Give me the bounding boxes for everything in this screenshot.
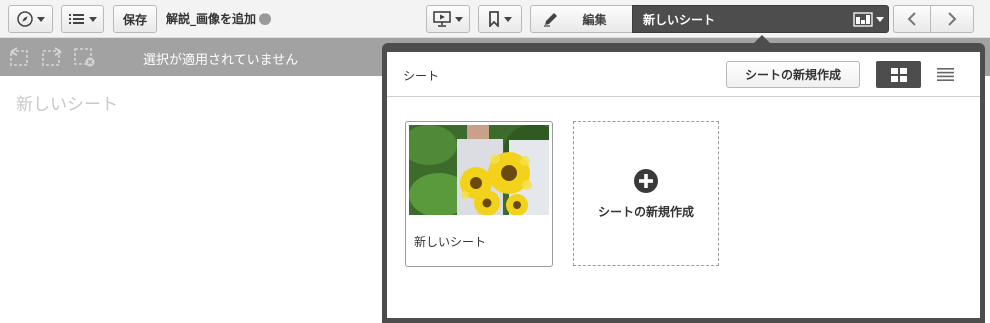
chevron-down-icon [455, 16, 463, 22]
main-toolbar: 保存 解説_画像を追加 編集 新しいシート [0, 0, 990, 38]
selection-tools [0, 38, 135, 76]
next-sheet-button[interactable] [930, 5, 974, 33]
previous-sheet-button[interactable] [893, 5, 931, 33]
selection-status-message: 選択が適用されていません [143, 53, 299, 68]
present-button[interactable] [426, 5, 470, 33]
clear-selections-icon[interactable] [72, 46, 96, 68]
popup-title: シート [403, 69, 440, 83]
edit-button[interactable]: 編集 [530, 5, 633, 33]
current-sheet-name: 新しいシート [643, 12, 716, 27]
edit-label: 編集 [582, 12, 607, 27]
bookmark-button[interactable] [478, 5, 522, 33]
list-view-icon [936, 68, 954, 81]
sheet-canvas: 新しいシート [0, 76, 383, 311]
sheet-thumbnail-image [409, 125, 549, 215]
chevron-down-icon [504, 16, 512, 22]
create-new-sheet-button[interactable]: シートの新規作成 [726, 61, 860, 88]
sheet-selector-controls [853, 12, 884, 27]
document-title-text: 解説_画像を追加 [166, 12, 257, 26]
grid-view-icon [890, 67, 907, 82]
bookmark-icon [489, 11, 499, 27]
sheet-card-label: 新しいシート [414, 235, 487, 249]
presentation-icon [433, 11, 451, 27]
more-options-icon[interactable] [259, 8, 272, 25]
chevron-right-icon [948, 12, 957, 26]
pencil-icon [544, 13, 557, 27]
popup-header: シート シートの新規作成 [387, 52, 980, 97]
sheet-title-placeholder[interactable]: 新しいシート [16, 90, 118, 115]
chevron-down-icon [88, 16, 97, 22]
popup-pointer [754, 35, 770, 43]
sheet-card[interactable]: 新しいシート [405, 121, 553, 267]
list-icon [68, 14, 84, 24]
grid-view-button[interactable] [876, 61, 921, 88]
chevron-down-icon [36, 16, 45, 22]
step-back-icon[interactable] [8, 46, 32, 68]
document-title: 解説_画像を追加 [166, 8, 272, 27]
chevron-down-icon [876, 17, 884, 22]
step-forward-icon[interactable] [40, 46, 64, 68]
sheet-navigator-popup: シート シートの新規作成 新しいシート シートの新規作成 [382, 43, 985, 323]
new-sheet-card-label: シートの新規作成 [597, 205, 694, 219]
sheet-thumbnail-icon [853, 12, 873, 27]
new-sheet-card[interactable]: シートの新規作成 [573, 121, 719, 266]
add-circle-icon [634, 169, 658, 193]
asset-list-button[interactable] [61, 5, 104, 33]
sheet-selector[interactable]: 新しいシート [632, 5, 889, 33]
navigation-menu-button[interactable] [8, 5, 53, 33]
chevron-left-icon [907, 12, 916, 26]
save-button[interactable]: 保存 [113, 5, 157, 33]
list-view-button[interactable] [933, 61, 957, 88]
compass-icon [16, 11, 33, 27]
